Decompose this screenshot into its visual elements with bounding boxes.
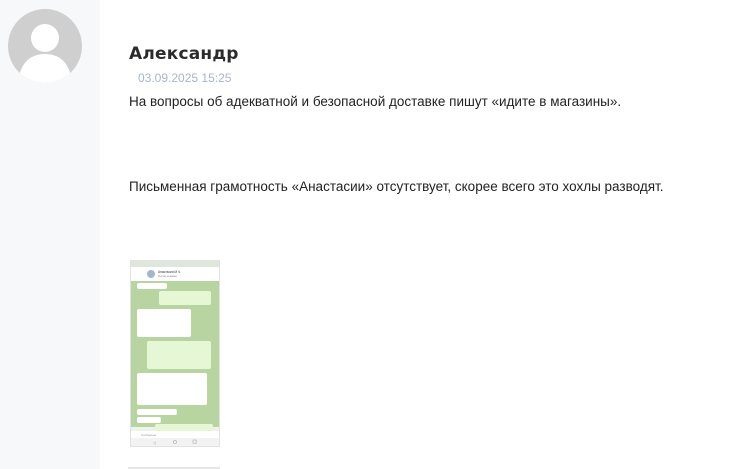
chat-contact-status: был(а) недавно	[158, 274, 177, 278]
user-avatar-icon	[8, 9, 82, 83]
chat-contact-name: Анастасия М.Ч.	[158, 270, 181, 274]
svg-text:◁: ◁	[152, 440, 156, 445]
comment-date: 03.09.2025 15:25	[138, 71, 232, 85]
comment-paragraph: Письменная грамотность «Анастасии» отсут…	[129, 179, 664, 194]
comment-paragraph: На вопросы об адекватной и безопасной до…	[129, 94, 622, 109]
chat-input-placeholder: Сообщение	[141, 433, 157, 437]
comment-card: Александр 03.09.2025 15:25 На вопросы об…	[100, 9, 752, 469]
comment-author[interactable]: Александр	[129, 44, 239, 64]
attachment-screenshot-thumbnail[interactable]: Анастасия М.Ч. был(а) недавно Сообщение …	[130, 260, 220, 447]
